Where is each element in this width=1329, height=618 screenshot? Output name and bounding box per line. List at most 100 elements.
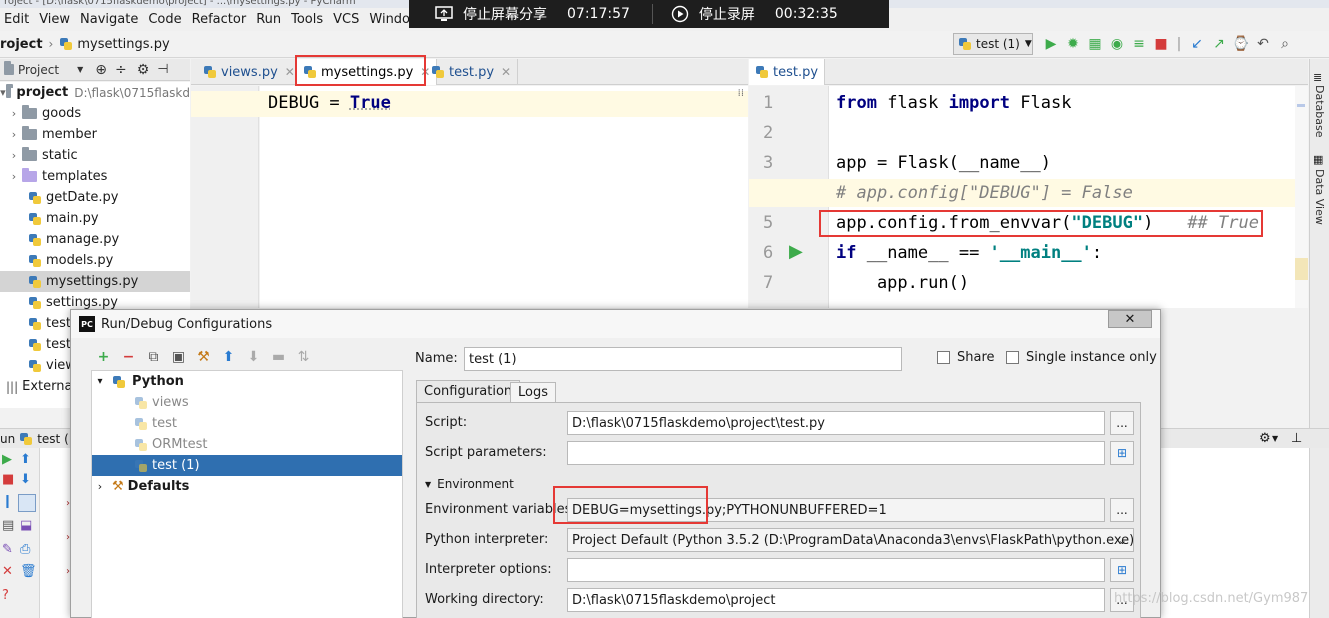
- expand-params-button[interactable]: ⊞: [1110, 441, 1134, 465]
- print-icon[interactable]: ⎙: [20, 542, 30, 557]
- project-view-dropdown-icon[interactable]: ▼: [77, 65, 83, 74]
- name-input[interactable]: test (1): [464, 347, 902, 371]
- tree-item-templates[interactable]: › templates: [0, 166, 190, 187]
- menu-run[interactable]: Run: [252, 8, 287, 31]
- close-icon[interactable]: ✕: [285, 65, 295, 79]
- run-config-selector[interactable]: test (1) ▼: [953, 33, 1033, 55]
- settings-gear-icon[interactable]: ⚙: [137, 62, 150, 78]
- menu-refactor[interactable]: Refactor: [188, 8, 253, 31]
- close-run-icon[interactable]: ✕: [2, 564, 13, 579]
- dialog-close-button[interactable]: ✕: [1108, 310, 1152, 328]
- share-checkbox[interactable]: Share: [937, 350, 995, 365]
- inspection-icon[interactable]: ⁞⁞: [738, 88, 744, 99]
- pause-icon[interactable]: ❙: [2, 494, 13, 509]
- stop-share-button[interactable]: 停止屏幕分享: [435, 4, 547, 24]
- soft-wrap-icon[interactable]: [18, 494, 36, 512]
- rerun-icon[interactable]: ▶: [2, 452, 12, 467]
- config-group-python[interactable]: ▾ Python: [92, 371, 402, 392]
- expand-interp-options-button[interactable]: ⊞: [1110, 558, 1134, 582]
- move-down-icon[interactable]: ⬇: [241, 349, 266, 365]
- tree-item-models[interactable]: models.py: [0, 250, 190, 271]
- collapse-arrow-icon[interactable]: ▼: [425, 480, 431, 489]
- edit-defaults-icon[interactable]: ⚒: [191, 349, 216, 365]
- menu-edit[interactable]: Edit: [0, 8, 35, 31]
- run-gutter-icon[interactable]: ▶: [789, 241, 803, 262]
- config-item-views[interactable]: views: [92, 392, 402, 413]
- script-params-input[interactable]: [567, 441, 1105, 465]
- tree-item-goods[interactable]: › goods: [0, 103, 190, 124]
- scroll-up-icon[interactable]: ⬆: [20, 452, 31, 467]
- debug-icon[interactable]: ✹: [1062, 33, 1084, 55]
- expand-arrow-icon[interactable]: ›: [6, 149, 22, 162]
- close-icon[interactable]: ✕: [501, 65, 511, 79]
- revert-icon[interactable]: ↶: [1252, 33, 1274, 55]
- editor-scrollbar[interactable]: [1295, 86, 1308, 308]
- right-editor-text[interactable]: from flask import Flask app = Flask(__na…: [749, 86, 1295, 308]
- vcs-commit-icon[interactable]: ↗: [1208, 33, 1230, 55]
- browse-script-button[interactable]: ...: [1110, 411, 1134, 435]
- script-input[interactable]: D:\flask\0715flaskdemo\project\test.py: [567, 411, 1105, 435]
- tab-right-test[interactable]: test.py: [749, 59, 826, 85]
- stop-record-button[interactable]: 停止录屏: [671, 4, 755, 24]
- search-icon[interactable]: ⌕: [1274, 33, 1296, 55]
- help-icon[interactable]: ?: [2, 588, 9, 603]
- tree-item-mysettings[interactable]: mysettings.py: [0, 271, 190, 292]
- interp-options-input[interactable]: [567, 558, 1105, 582]
- collapse-icon[interactable]: ÷: [115, 62, 127, 78]
- run-panel-hide-icon[interactable]: ⊥: [1291, 431, 1302, 446]
- menu-code[interactable]: Code: [144, 8, 187, 31]
- locate-icon[interactable]: ⊕: [95, 62, 107, 78]
- breadcrumb-file[interactable]: mysettings.py: [77, 37, 169, 52]
- single-instance-checkbox[interactable]: Single instance only: [1006, 350, 1157, 365]
- vcs-update-icon[interactable]: ↙: [1186, 33, 1208, 55]
- folder-icon[interactable]: ▬: [266, 349, 291, 365]
- move-up-icon[interactable]: ⬆: [216, 349, 241, 365]
- config-item-ormtest[interactable]: ORMtest: [92, 434, 402, 455]
- tree-item-main[interactable]: main.py: [0, 208, 190, 229]
- coverage-icon[interactable]: ▦: [1084, 33, 1106, 55]
- collapse-arrow-icon[interactable]: ▾: [92, 376, 108, 387]
- run-icon[interactable]: ▶: [1040, 33, 1062, 55]
- tree-item-member[interactable]: › member: [0, 124, 190, 145]
- tab-logs[interactable]: Logs: [510, 382, 556, 402]
- left-editor-text[interactable]: DEBUG = True ⁞⁞: [191, 86, 748, 308]
- tree-item-getdate[interactable]: getDate.py: [0, 187, 190, 208]
- menu-navigate[interactable]: Navigate: [76, 8, 144, 31]
- tab-test[interactable]: test.py ✕: [425, 59, 519, 85]
- save-config-icon[interactable]: ▣: [166, 349, 191, 365]
- menu-view[interactable]: View: [35, 8, 76, 31]
- expand-arrow-icon[interactable]: ›: [92, 480, 108, 493]
- sort-icon[interactable]: ⇅: [291, 349, 316, 365]
- menu-vcs[interactable]: VCS: [329, 8, 365, 31]
- stop-icon[interactable]: ■: [1150, 33, 1172, 55]
- vcs-history-icon[interactable]: ⌚: [1230, 33, 1252, 55]
- copy-config-icon[interactable]: ⧉: [141, 349, 166, 365]
- config-item-test-1[interactable]: test (1): [92, 455, 402, 476]
- rerun-icon[interactable]: ≡: [1128, 33, 1150, 55]
- interpreter-select[interactable]: Project Default (Python 3.5.2 (D:\Progra…: [567, 528, 1134, 552]
- run-settings-gear-icon[interactable]: ⚙: [1259, 431, 1271, 446]
- tree-root[interactable]: ▾ project D:\flask\0715flaskd: [0, 82, 190, 103]
- collapse-arrow-icon[interactable]: ▾: [0, 86, 6, 99]
- dialog-titlebar[interactable]: PC Run/Debug Configurations ✕: [71, 310, 1160, 338]
- breadcrumb-project[interactable]: roject: [0, 37, 43, 52]
- config-group-defaults[interactable]: › ⚒ Defaults: [92, 476, 402, 497]
- pin-icon[interactable]: ✎: [2, 542, 13, 557]
- tab-configuration[interactable]: Configuration: [416, 380, 521, 402]
- layout-icon[interactable]: ▤: [2, 518, 14, 533]
- export-icon[interactable]: ⬓: [20, 518, 32, 533]
- workdir-input[interactable]: D:\flask\0715flaskdemo\project: [567, 588, 1105, 612]
- tab-views[interactable]: views.py ✕: [197, 59, 302, 85]
- expand-arrow-icon[interactable]: ›: [6, 170, 22, 183]
- profile-icon[interactable]: ◉: [1106, 33, 1128, 55]
- data-view-tool-button[interactable]: Data View: [1313, 169, 1326, 225]
- menu-tools[interactable]: Tools: [287, 8, 329, 31]
- clear-trash-icon[interactable]: 🗑: [20, 564, 37, 579]
- expand-arrow-icon[interactable]: ›: [6, 107, 22, 120]
- run-settings-dropdown-icon[interactable]: ▼: [1272, 434, 1278, 443]
- scroll-down-icon[interactable]: ⬇: [20, 472, 31, 487]
- project-view-label[interactable]: Project: [18, 63, 59, 77]
- edit-env-vars-button[interactable]: ...: [1110, 498, 1134, 522]
- environment-section[interactable]: ▼ Environment: [425, 477, 514, 491]
- config-item-test[interactable]: test: [92, 413, 402, 434]
